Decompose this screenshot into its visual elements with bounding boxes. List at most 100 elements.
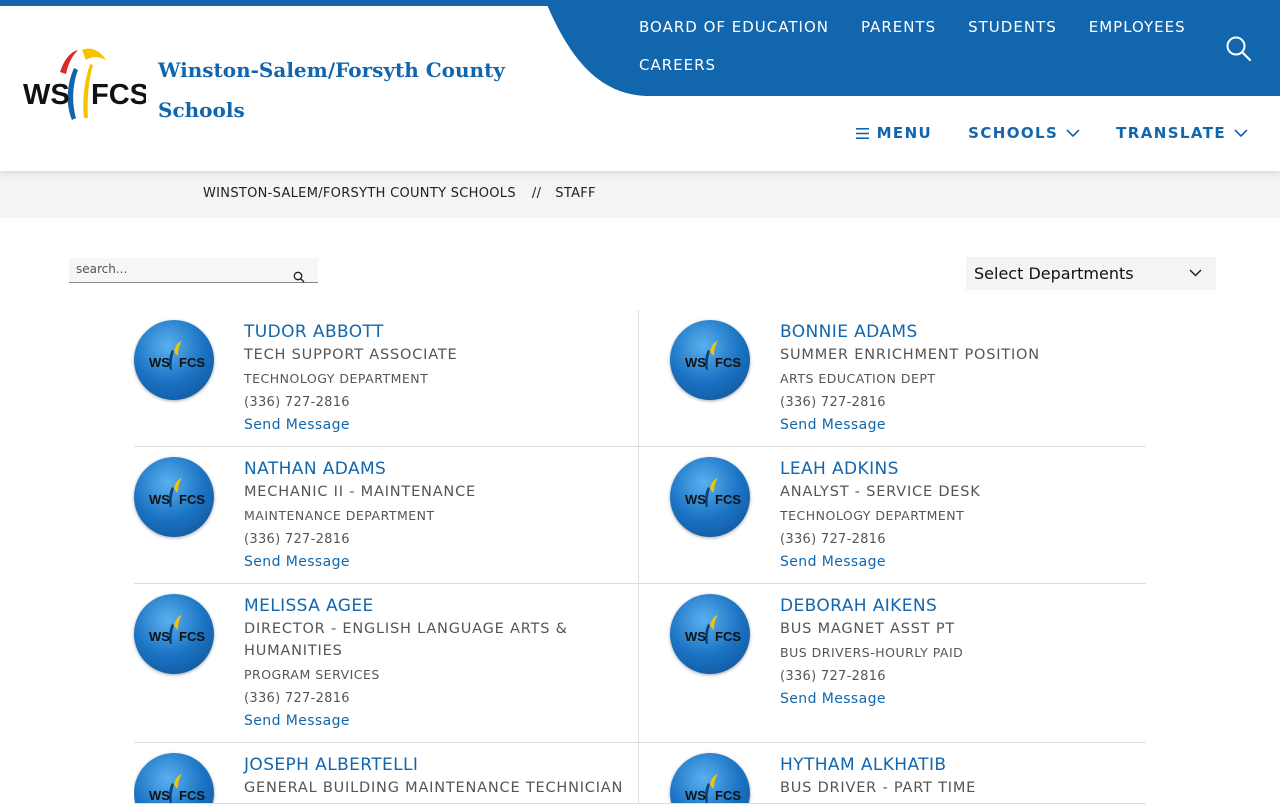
- staff-name[interactable]: HYTHAM ALKHATIB: [780, 754, 1145, 776]
- staff-department: TECHNOLOGY DEPARTMENT: [244, 371, 429, 386]
- table-row: WS FCS MELISSA AGEE DIRECTOR - ENGLISH LA…: [134, 584, 1146, 743]
- svg-text:FCS: FCS: [179, 492, 205, 507]
- breadcrumb-separator: //: [531, 186, 542, 201]
- translate-dropdown[interactable]: TRANSLATE: [1116, 124, 1248, 142]
- staff-phone[interactable]: (336) 727-2816: [244, 395, 638, 411]
- send-message-link[interactable]: Send Message: [244, 712, 350, 730]
- table-row: WS FCS TUDOR ABBOTT TECH SUPPORT ASSOCIAT…: [134, 310, 1146, 447]
- avatar: WS FCS: [134, 753, 214, 803]
- avatar: WS FCS: [134, 457, 214, 537]
- staff-card: WS FCS HYTHAM ALKHATIB BUS DRIVER - PART …: [639, 743, 1145, 803]
- svg-text:FCS: FCS: [715, 629, 741, 644]
- staff-department: MAINTENANCE DEPARTMENT: [244, 508, 435, 523]
- staff-name[interactable]: NATHAN ADAMS: [244, 458, 638, 480]
- staff-phone[interactable]: (336) 727-2816: [244, 691, 638, 707]
- staff-card: WS FCS NATHAN ADAMS MECHANIC II - MAINTEN…: [134, 447, 639, 583]
- staff-name[interactable]: DEBORAH AIKENS: [780, 595, 1145, 617]
- menu-button[interactable]: MENU: [855, 124, 933, 142]
- staff-title: ANALYST - SERVICE DESK: [780, 484, 981, 500]
- svg-text:FCS: FCS: [179, 355, 205, 370]
- staff-title: SUMMER ENRICHMENT POSITION: [780, 347, 1040, 363]
- staff-phone[interactable]: (336) 727-2816: [244, 532, 638, 548]
- table-row: WS FCS NATHAN ADAMS MECHANIC II - MAINTEN…: [134, 447, 1146, 584]
- staff-department: ARTS EDUCATION DEPT: [780, 371, 936, 386]
- avatar: WS FCS: [670, 320, 750, 400]
- staff-title: TECH SUPPORT ASSOCIATE: [244, 347, 458, 363]
- staff-department: BUS DRIVERS-HOURLY PAID: [780, 645, 964, 660]
- schools-label: SCHOOLS: [968, 124, 1059, 142]
- avatar: WS FCS: [134, 320, 214, 400]
- svg-text:FCS: FCS: [179, 788, 205, 803]
- avatar: WS FCS: [134, 594, 214, 674]
- department-select[interactable]: Select Departments: [966, 257, 1216, 290]
- hamburger-icon: [855, 127, 869, 139]
- staff-department: TECHNOLOGY DEPARTMENT: [780, 508, 965, 523]
- main-nav: MENU SCHOOLS TRANSLATE: [855, 124, 1248, 142]
- menu-label: MENU: [876, 124, 933, 142]
- svg-text:FCS: FCS: [179, 629, 205, 644]
- utility-nav-board-of-education[interactable]: BOARD OF EDUCATION: [622, 8, 844, 46]
- staff-card: WS FCS MELISSA AGEE DIRECTOR - ENGLISH LA…: [134, 584, 639, 742]
- search-icon[interactable]: [293, 271, 305, 283]
- avatar: WS FCS: [670, 594, 750, 674]
- staff-name[interactable]: MELISSA AGEE: [244, 595, 638, 617]
- svg-text:WS: WS: [149, 629, 170, 644]
- utility-nav-parents[interactable]: PARENTS: [844, 8, 951, 46]
- site-name[interactable]: Winston-Salem/Forsyth County Schools: [158, 50, 538, 130]
- send-message-link[interactable]: Send Message: [780, 416, 886, 434]
- site-header: WS FCS Winston-Salem/Forsyth County Scho…: [0, 0, 1280, 171]
- chevron-down-icon: [1189, 269, 1202, 277]
- svg-text:WS: WS: [149, 492, 170, 507]
- staff-department: PROGRAM SERVICES: [244, 667, 380, 682]
- district-logo[interactable]: WS FCS: [22, 46, 149, 126]
- table-row: WS FCS JOSEPH ALBERTELLI GENERAL BUILDING…: [134, 743, 1146, 804]
- staff-directory: WS FCS TUDOR ABBOTT TECH SUPPORT ASSOCIAT…: [134, 310, 1146, 804]
- send-message-link[interactable]: Send Message: [780, 690, 886, 708]
- staff-card: WS FCS DEBORAH AIKENS BUS MAGNET ASST PT …: [639, 584, 1145, 742]
- svg-text:WS: WS: [685, 788, 706, 803]
- staff-title: MECHANIC II - MAINTENANCE: [244, 484, 476, 500]
- utility-nav-students[interactable]: STUDENTS: [951, 8, 1072, 46]
- staff-name[interactable]: TUDOR ABBOTT: [244, 321, 638, 343]
- translate-label: TRANSLATE: [1116, 124, 1226, 142]
- avatar: WS FCS: [670, 753, 750, 803]
- avatar: WS FCS: [670, 457, 750, 537]
- staff-card: WS FCS BONNIE ADAMS SUMMER ENRICHMENT POS…: [639, 310, 1145, 446]
- search-icon: [1226, 36, 1252, 62]
- staff-title: BUS MAGNET ASST PT: [780, 621, 956, 637]
- staff-phone[interactable]: (336) 727-2816: [780, 532, 1145, 548]
- logo-text-left: WS: [23, 79, 70, 111]
- send-message-link[interactable]: Send Message: [244, 416, 350, 434]
- breadcrumb-current: STAFF: [555, 186, 596, 201]
- staff-phone[interactable]: (336) 727-2816: [780, 395, 1145, 411]
- utility-nav-careers[interactable]: CAREERS: [622, 46, 731, 84]
- breadcrumb-bar: WINSTON-SALEM/FORSYTH COUNTY SCHOOLS // ST…: [0, 171, 1280, 218]
- staff-card: WS FCS LEAH ADKINS ANALYST - SERVICE DESK…: [639, 447, 1145, 583]
- schools-dropdown[interactable]: SCHOOLS: [968, 124, 1080, 142]
- svg-text:WS: WS: [685, 355, 706, 370]
- staff-card: WS FCS JOSEPH ALBERTELLI GENERAL BUILDING…: [134, 743, 639, 803]
- breadcrumb: WINSTON-SALEM/FORSYTH COUNTY SCHOOLS // ST…: [203, 186, 596, 201]
- svg-text:WS: WS: [685, 629, 706, 644]
- staff-search-input[interactable]: [76, 262, 286, 276]
- staff-card: WS FCS TUDOR ABBOTT TECH SUPPORT ASSOCIAT…: [134, 310, 639, 446]
- svg-text:FCS: FCS: [715, 788, 741, 803]
- utility-nav-employees[interactable]: EMPLOYEES: [1072, 8, 1201, 46]
- department-select-value: Select Departments: [974, 264, 1134, 283]
- chevron-down-icon: [1234, 128, 1248, 137]
- staff-name[interactable]: BONNIE ADAMS: [780, 321, 1145, 343]
- staff-name[interactable]: JOSEPH ALBERTELLI: [244, 754, 638, 776]
- svg-text:FCS: FCS: [715, 492, 741, 507]
- staff-phone[interactable]: (336) 727-2816: [780, 669, 1145, 685]
- send-message-link[interactable]: Send Message: [244, 553, 350, 571]
- staff-title: BUS DRIVER - PART TIME: [780, 780, 977, 796]
- send-message-link[interactable]: Send Message: [780, 553, 886, 571]
- svg-text:WS: WS: [149, 788, 170, 803]
- site-search-button[interactable]: [1224, 34, 1254, 64]
- svg-text:WS: WS: [685, 492, 706, 507]
- svg-text:WS: WS: [149, 355, 170, 370]
- staff-name[interactable]: LEAH ADKINS: [780, 458, 1145, 480]
- chevron-down-icon: [1066, 128, 1080, 137]
- breadcrumb-home-link[interactable]: WINSTON-SALEM/FORSYTH COUNTY SCHOOLS: [203, 186, 516, 201]
- staff-search-box: [69, 258, 318, 283]
